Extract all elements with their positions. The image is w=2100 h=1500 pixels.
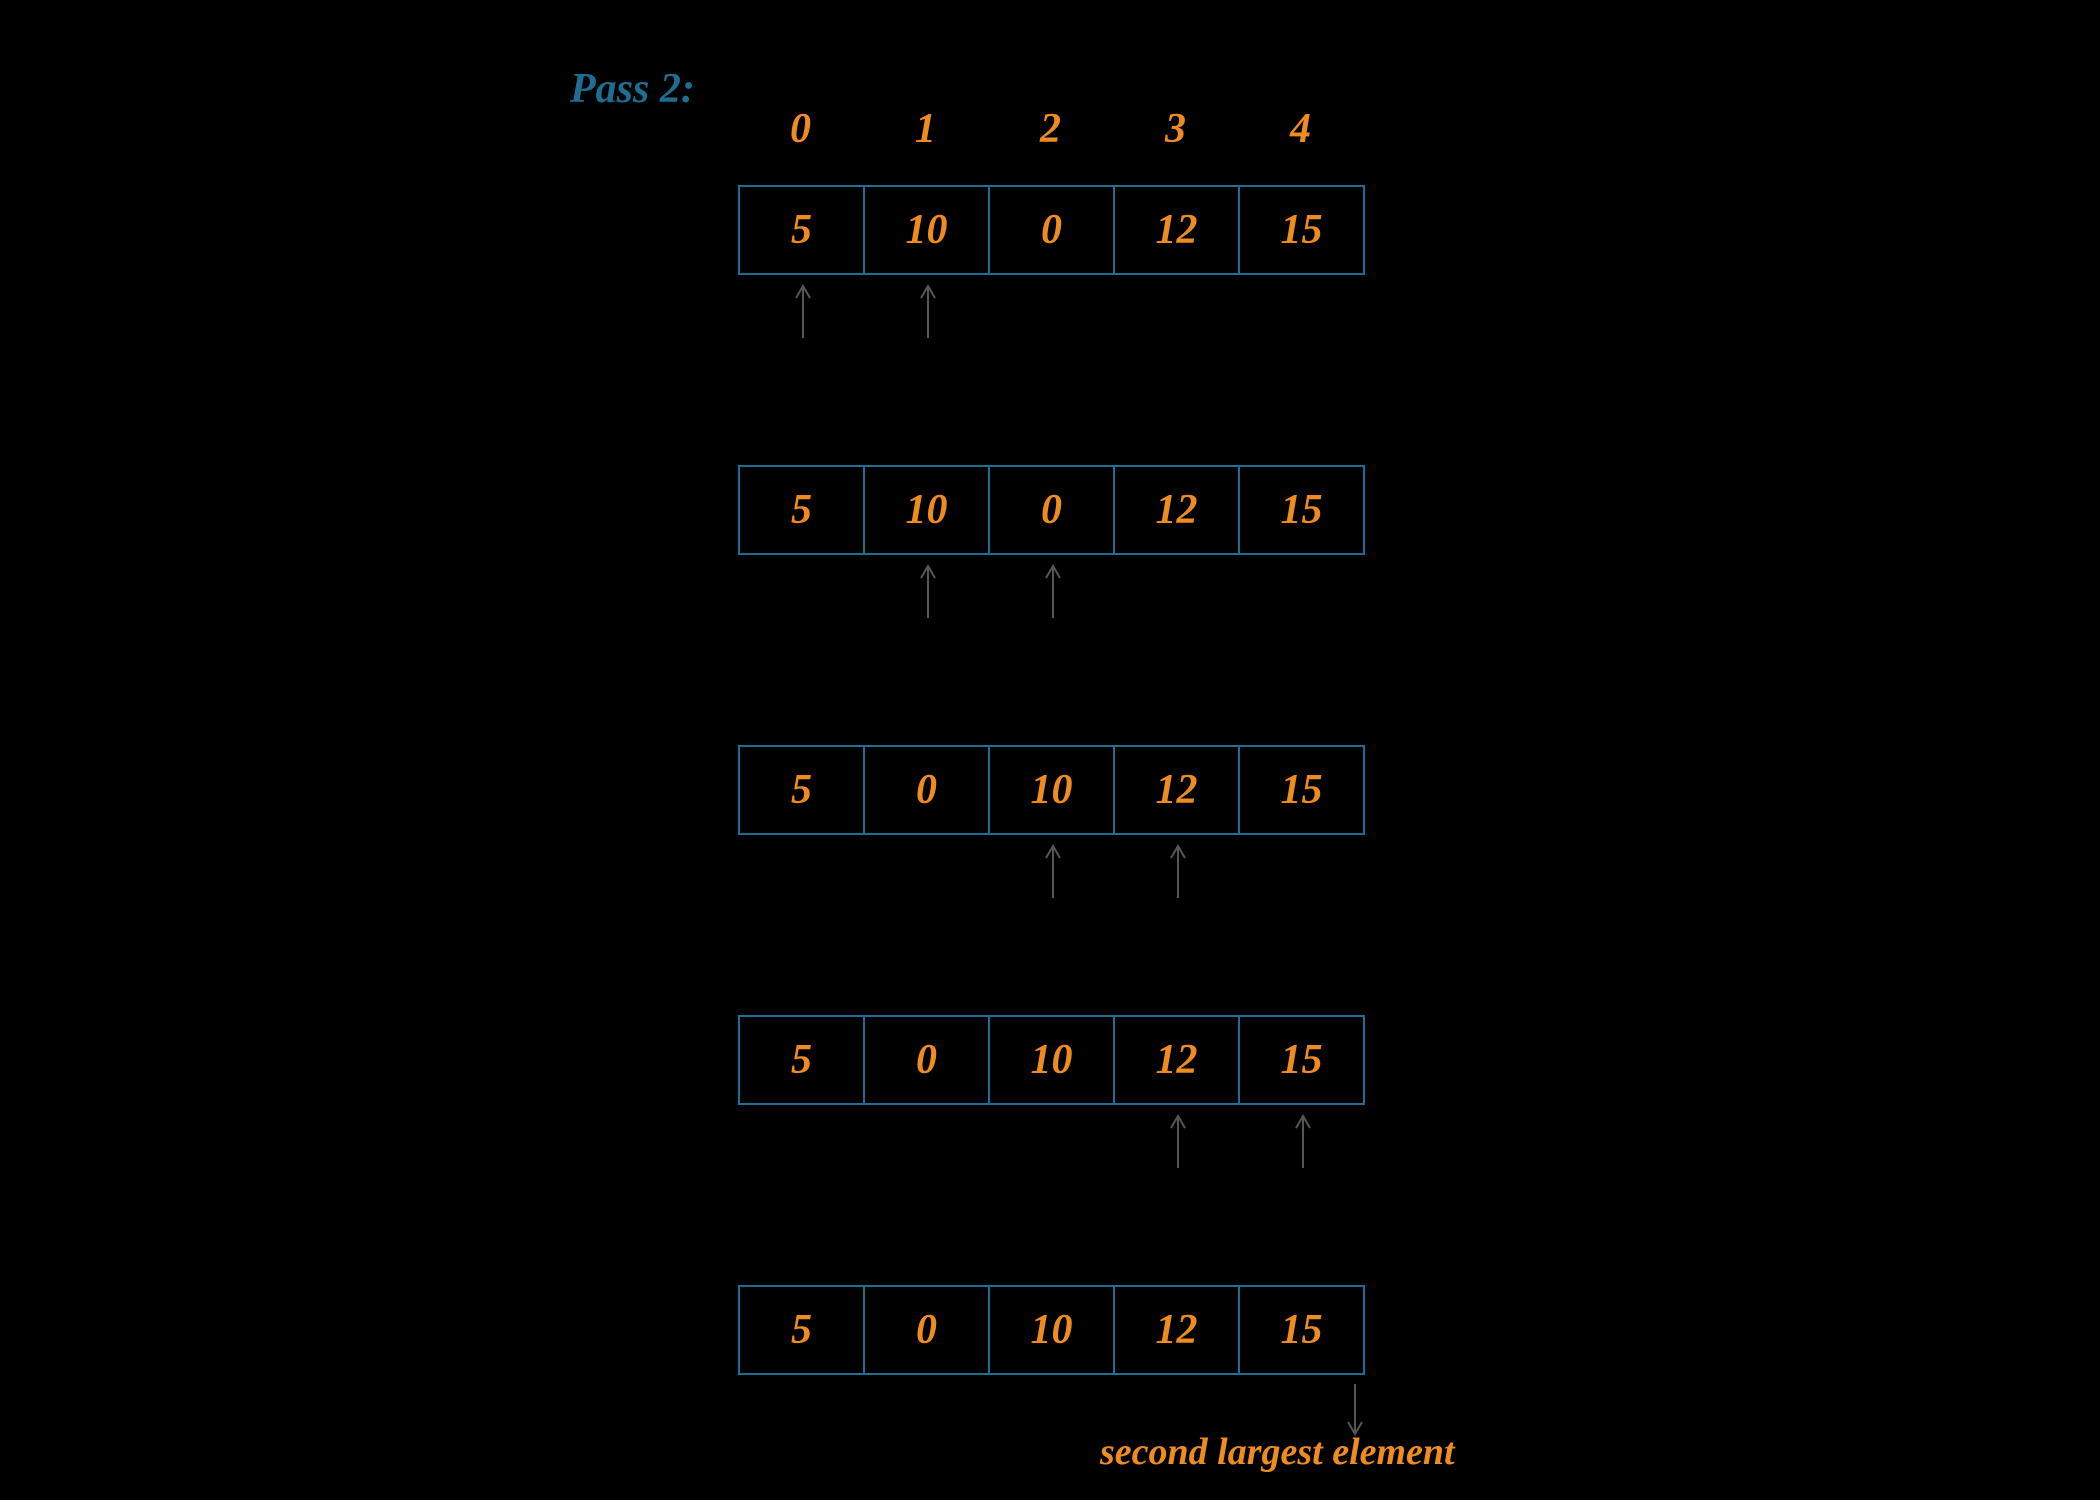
cell: 5 — [740, 1287, 865, 1373]
arrow-up-icon — [1288, 1110, 1318, 1170]
index-row: 0 1 2 3 4 — [738, 105, 1363, 153]
cell: 15 — [1240, 747, 1365, 833]
cell: 12 — [1115, 1287, 1240, 1373]
cell: 0 — [865, 1017, 990, 1103]
arrow-up-icon — [1038, 840, 1068, 900]
index-4: 4 — [1238, 105, 1363, 153]
cell: 10 — [990, 747, 1115, 833]
arrow-up-icon — [913, 560, 943, 620]
cell: 15 — [1240, 1017, 1365, 1103]
cell: 5 — [740, 187, 865, 273]
cell: 10 — [865, 467, 990, 553]
cell: 12 — [1115, 1017, 1240, 1103]
cell: 0 — [990, 467, 1115, 553]
cell: 10 — [865, 187, 990, 273]
cell: 5 — [740, 1017, 865, 1103]
arrow-up-icon — [788, 280, 818, 340]
array-step-3: 5 0 10 12 15 — [738, 745, 1365, 835]
annotation-second-largest: second largest element — [1100, 1430, 1455, 1474]
cell: 12 — [1115, 467, 1240, 553]
index-1: 1 — [863, 105, 988, 153]
cell: 0 — [865, 747, 990, 833]
pass-title: Pass 2: — [570, 65, 695, 113]
cell: 10 — [990, 1017, 1115, 1103]
arrow-up-icon — [1163, 840, 1193, 900]
arrow-up-icon — [1038, 560, 1068, 620]
arrow-up-icon — [913, 280, 943, 340]
array-step-1: 5 10 0 12 15 — [738, 185, 1365, 275]
cell: 15 — [1240, 1287, 1365, 1373]
index-2: 2 — [988, 105, 1113, 153]
array-step-4: 5 0 10 12 15 — [738, 1015, 1365, 1105]
index-0: 0 — [738, 105, 863, 153]
array-step-2: 5 10 0 12 15 — [738, 465, 1365, 555]
cell: 0 — [865, 1287, 990, 1373]
cell: 12 — [1115, 187, 1240, 273]
cell: 15 — [1240, 467, 1365, 553]
cell: 12 — [1115, 747, 1240, 833]
cell: 10 — [990, 1287, 1115, 1373]
cell: 0 — [990, 187, 1115, 273]
cell: 5 — [740, 747, 865, 833]
index-3: 3 — [1113, 105, 1238, 153]
cell: 5 — [740, 467, 865, 553]
cell: 15 — [1240, 187, 1365, 273]
arrow-up-icon — [1163, 1110, 1193, 1170]
array-step-5: 5 0 10 12 15 — [738, 1285, 1365, 1375]
